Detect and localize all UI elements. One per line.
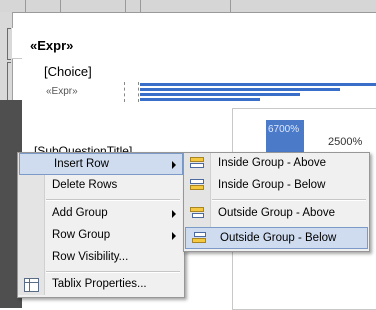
menu-item-label: Row Visibility...: [52, 251, 129, 263]
column-handle-divider: [140, 0, 141, 12]
detail-expr-text: «Expr»: [46, 86, 78, 97]
databar-fill: [140, 83, 376, 86]
column-handle-divider: [60, 0, 61, 12]
tablix-properties-icon: [24, 278, 39, 292]
row-group-bracket: [7, 28, 11, 60]
submenu-item-label: Outside Group - Above: [218, 207, 335, 219]
chart-data-label: 6700%: [268, 124, 300, 135]
menu-item-row-group[interactable]: Row Group: [18, 225, 182, 247]
menu-item-label: Add Group: [52, 207, 108, 219]
submenu-item-label: Outside Group - Below: [220, 232, 337, 244]
menu-item-insert-row[interactable]: Insert Row: [19, 153, 183, 175]
databar-fill: [140, 93, 300, 96]
menu-item-row-visibility[interactable]: Row Visibility...: [18, 247, 182, 269]
submenu-item-inside-group-below[interactable]: Inside Group - Below: [184, 175, 367, 197]
databar-fill: [140, 88, 340, 91]
menu-item-label: Delete Rows: [52, 179, 118, 191]
insert-row-outside-below-icon: [192, 231, 206, 245]
insert-row-outside-above-icon: [190, 206, 204, 220]
column-handle-bar[interactable]: [0, 0, 376, 13]
column-handle-divider: [125, 0, 126, 12]
menu-separator: [46, 271, 180, 273]
column-handle-divider: [230, 0, 231, 12]
chart-data-label: 2500%: [328, 136, 363, 148]
submenu-item-label: Inside Group - Below: [218, 179, 326, 191]
choice-cell-text: [Choice]: [44, 64, 92, 79]
submenu-item-label: Inside Group - Above: [218, 157, 327, 169]
column-handle-divider: [25, 0, 26, 12]
submenu-item-inside-group-above[interactable]: Inside Group - Above: [184, 153, 367, 175]
menu-item-add-group[interactable]: Add Group: [18, 203, 182, 225]
row-group-bracket: [7, 62, 11, 104]
submenu-arrow-icon: [172, 210, 176, 218]
submenu-arrow-icon: [172, 232, 176, 240]
menu-item-label: Insert Row: [54, 158, 109, 170]
insert-row-below-icon: [190, 178, 204, 192]
submenu-item-outside-group-below[interactable]: Outside Group - Below: [185, 227, 368, 249]
cell-divider: [138, 82, 139, 102]
menu-item-delete-rows[interactable]: Delete Rows: [18, 175, 182, 197]
submenu-item-outside-group-above[interactable]: Outside Group - Above: [184, 203, 367, 225]
submenu-arrow-icon: [172, 161, 176, 169]
insert-row-above-icon: [190, 156, 204, 170]
menu-item-tablix-properties[interactable]: Tablix Properties...: [18, 274, 182, 296]
menu-item-label: Row Group: [52, 229, 111, 241]
expr-header-text: «Expr»: [30, 38, 74, 53]
submenu-separator: [212, 199, 366, 201]
menu-item-label: Tablix Properties...: [52, 278, 147, 290]
cell-divider: [124, 82, 125, 102]
databar-fill: [140, 98, 260, 101]
menu-separator: [46, 199, 180, 201]
